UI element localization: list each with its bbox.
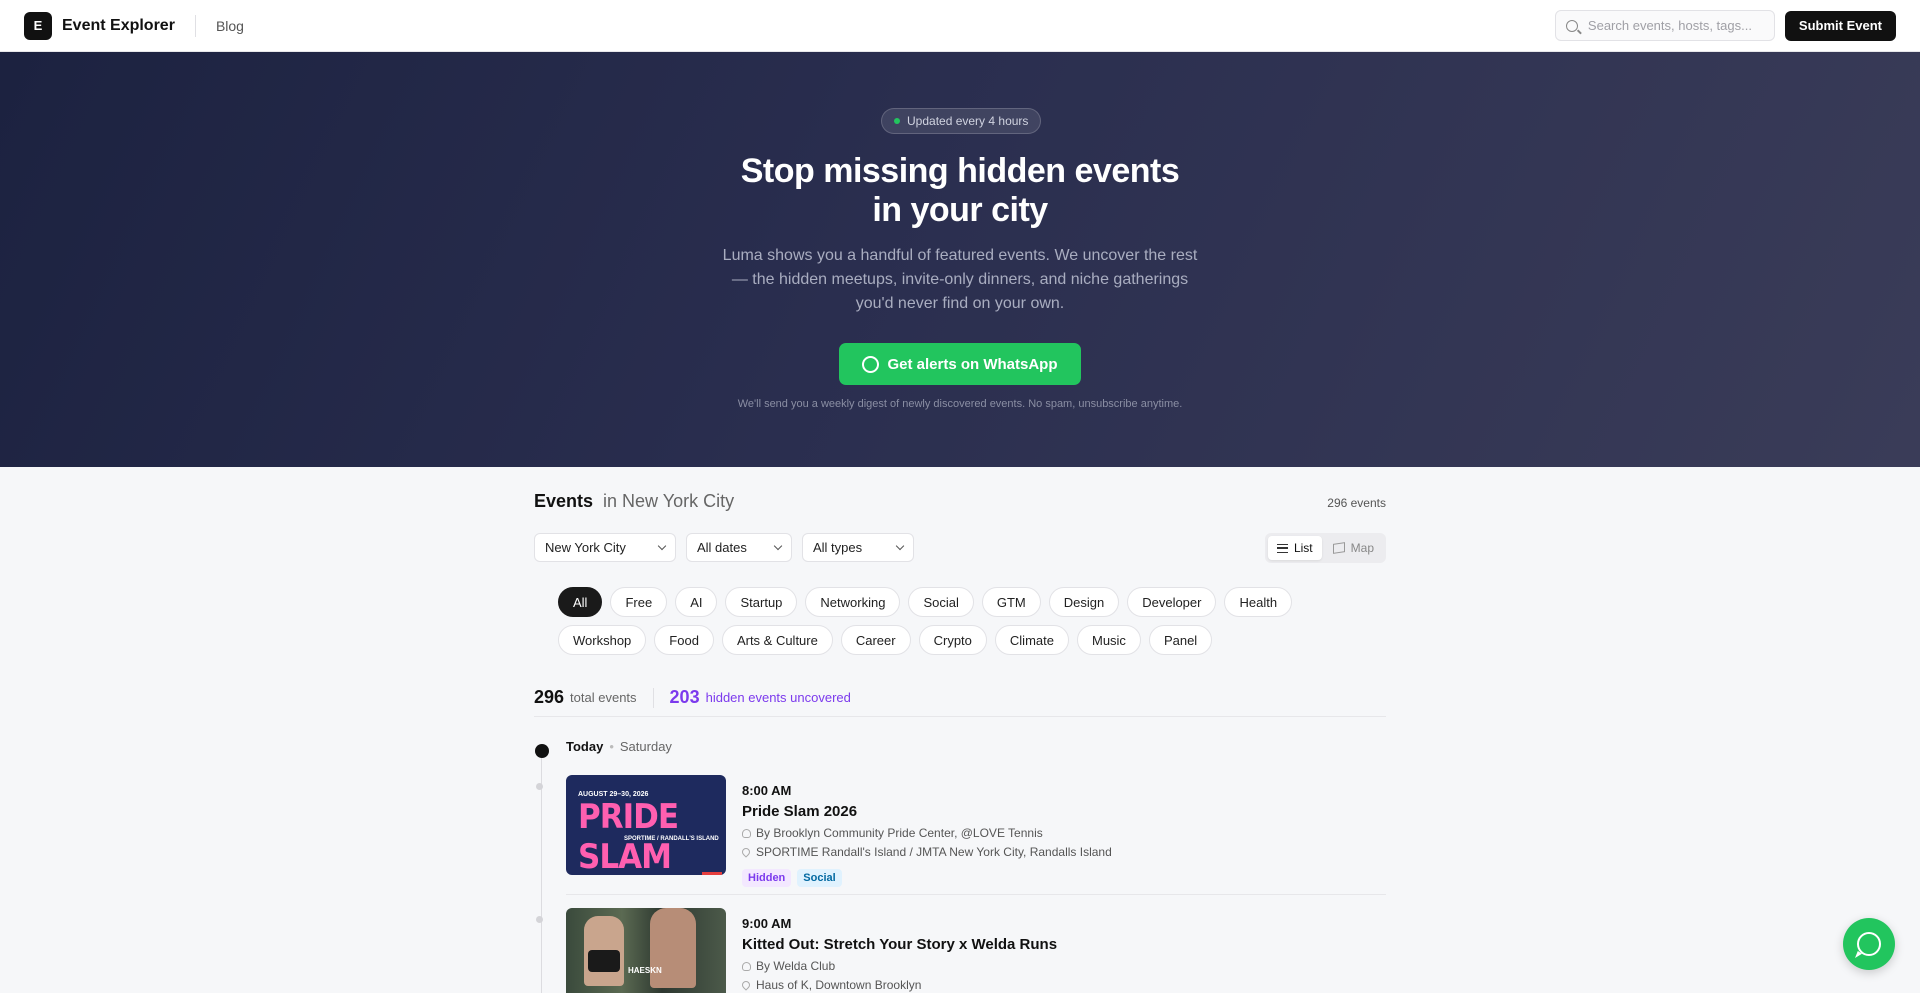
- chevron-down-icon: [895, 541, 905, 551]
- tag-networking[interactable]: Networking: [805, 587, 901, 617]
- list-icon: [1276, 543, 1288, 553]
- tag-music[interactable]: Music: [1076, 625, 1141, 655]
- search-input[interactable]: [1587, 18, 1758, 33]
- events-title: Events: [534, 491, 594, 511]
- submit-event-button[interactable]: Submit Event: [1784, 10, 1896, 41]
- events-count: 296 events: [1327, 496, 1386, 510]
- events-heading: Events in New York City: [534, 491, 734, 512]
- logo-icon[interactable]: E: [24, 11, 52, 40]
- update-status-text: Updated every 4 hours: [907, 114, 1029, 128]
- tag-arts-culture[interactable]: Arts & Culture: [721, 625, 833, 655]
- hidden-events-count: 203: [669, 687, 700, 707]
- hidden-badge: Hidden: [742, 869, 792, 887]
- whatsapp-fab-button[interactable]: [1843, 918, 1895, 970]
- person-icon: [742, 828, 751, 838]
- chevron-down-icon: [657, 541, 667, 551]
- location-pin-icon: [740, 846, 752, 858]
- person-icon: [742, 961, 751, 971]
- event-time: 8:00 AM: [742, 783, 792, 798]
- hero-title: Stop missing hidden events in your city: [740, 152, 1180, 229]
- event-card[interactable]: AUGUST 29–30, 2026 PRIDE SLAM SPORTIME /…: [536, 775, 1386, 895]
- tag-developer[interactable]: Developer: [1127, 587, 1217, 617]
- whatsapp-icon: [1857, 932, 1881, 956]
- hero-note: We'll send you a weekly digest of newly …: [737, 398, 1183, 410]
- event-thumbnail[interactable]: HAESKN: [566, 908, 726, 993]
- whatsapp-icon: [862, 355, 880, 373]
- event-title[interactable]: Kitted Out: Stretch Your Story x Welda R…: [742, 936, 1057, 953]
- timeline-node-icon: [536, 783, 543, 790]
- update-status-pill: Updated every 4 hours: [881, 108, 1042, 134]
- tag-free[interactable]: Free: [610, 587, 668, 617]
- events-city: in New York City: [603, 491, 735, 511]
- blog-link[interactable]: Blog: [216, 18, 244, 34]
- location-pin-icon: [740, 979, 752, 991]
- header-divider: [194, 14, 196, 37]
- event-thumbnail[interactable]: AUGUST 29–30, 2026 PRIDE SLAM SPORTIME /…: [566, 775, 726, 875]
- event-host: By Welda Club: [742, 959, 835, 973]
- chevron-down-icon: [773, 541, 783, 551]
- day-heading: Today • Saturday: [566, 739, 672, 754]
- tag-health[interactable]: Health: [1224, 587, 1293, 617]
- hero-section: Updated every 4 hours Stop missing hidde…: [0, 52, 1920, 467]
- map-icon: [1332, 542, 1345, 554]
- tag-panel[interactable]: Panel: [1148, 625, 1213, 655]
- event-time: 9:00 AM: [742, 916, 792, 931]
- timeline-node-icon: [536, 916, 543, 923]
- list-view-button[interactable]: List: [1267, 536, 1322, 560]
- tag-career[interactable]: Career: [840, 625, 911, 655]
- tag-startup[interactable]: Startup: [725, 587, 798, 617]
- top-navbar: E Event Explorer Blog Submit Event: [0, 0, 1920, 52]
- hidden-events-label: hidden events uncovered: [705, 690, 851, 705]
- event-stats: 296 total events 203 hidden events uncov…: [534, 679, 1386, 717]
- tag-crypto[interactable]: Crypto: [918, 625, 987, 655]
- brand-name[interactable]: Event Explorer: [62, 17, 175, 35]
- tag-gtm[interactable]: GTM: [981, 587, 1041, 617]
- view-toggle: List Map: [1264, 533, 1386, 563]
- whatsapp-alerts-button[interactable]: Get alerts on WhatsApp: [839, 343, 1081, 385]
- day-marker-icon: [535, 744, 549, 758]
- status-dot-icon: [894, 118, 900, 124]
- search-box[interactable]: [1554, 10, 1775, 41]
- tag-food[interactable]: Food: [654, 625, 714, 655]
- type-select[interactable]: All types: [802, 533, 914, 562]
- event-host: By Brooklyn Community Pride Center, @LOV…: [742, 826, 1043, 840]
- city-select[interactable]: New York City: [534, 533, 676, 562]
- date-select[interactable]: All dates: [686, 533, 792, 562]
- event-title[interactable]: Pride Slam 2026: [742, 803, 857, 820]
- filter-bar: New York City All dates All types: [534, 533, 914, 562]
- total-events-count: 296: [534, 687, 565, 707]
- hero-subtitle: Luma shows you a handful of featured eve…: [722, 247, 1198, 312]
- tag-climate[interactable]: Climate: [994, 625, 1069, 655]
- event-location: SPORTIME Randall's Island / JMTA New Yor…: [740, 845, 1112, 859]
- event-card[interactable]: HAESKN 9:00 AM Kitted Out: Stretch Your …: [536, 908, 1386, 993]
- event-location: Haus of K, Downtown Brooklyn: [740, 978, 921, 992]
- tag-social[interactable]: Social: [908, 587, 974, 617]
- tag-all[interactable]: All: [558, 587, 603, 617]
- social-badge: Social: [797, 869, 842, 887]
- category-tags: All Free AI Startup Networking Social GT…: [558, 587, 1358, 655]
- tag-workshop[interactable]: Workshop: [558, 625, 647, 655]
- search-icon: [1565, 19, 1578, 32]
- total-events-label: total events: [570, 690, 637, 705]
- tag-design[interactable]: Design: [1048, 587, 1120, 617]
- event-badges: Hidden Social: [742, 869, 842, 887]
- tag-ai[interactable]: AI: [675, 587, 718, 617]
- map-view-button[interactable]: Map: [1324, 536, 1383, 560]
